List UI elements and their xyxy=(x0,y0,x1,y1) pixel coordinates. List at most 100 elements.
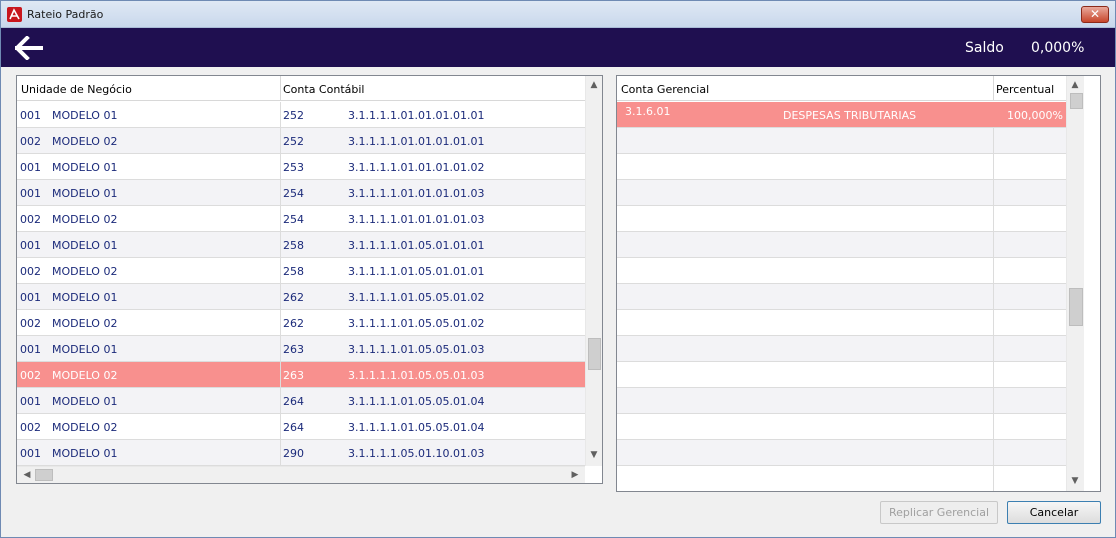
scroll-thumb-top[interactable] xyxy=(1070,93,1083,109)
row-account-code: 290 xyxy=(283,447,304,460)
empty-row xyxy=(617,232,1066,258)
row-unit-code: 001 xyxy=(20,187,41,200)
accounts-horizontal-scrollbar[interactable]: ◀ ▶ xyxy=(17,466,585,483)
empty-row xyxy=(617,336,1066,362)
row-gerencial-name: DESPESAS TRIBUTARIAS xyxy=(783,109,917,122)
column-header-conta-gerencial[interactable]: Conta Gerencial xyxy=(621,83,709,96)
scroll-down-arrow-icon[interactable]: ▼ xyxy=(586,450,602,460)
empty-row xyxy=(617,388,1066,414)
table-row[interactable]: 001 MODELO 01 263 3.1.1.1.1.01.05.05.01.03 xyxy=(17,336,585,362)
empty-row xyxy=(617,362,1066,388)
row-account-number: 3.1.1.1.1.01.01.01.01.01 xyxy=(348,135,485,148)
row-account-code: 264 xyxy=(283,421,304,434)
window-title: Rateio Padrão xyxy=(27,8,104,21)
row-unit-name: MODELO 02 xyxy=(52,135,118,148)
table-row[interactable]: 002 MODELO 02 263 3.1.1.1.1.01.05.05.01.03 xyxy=(17,362,585,388)
scroll-left-arrow-icon[interactable]: ◀ xyxy=(19,470,35,480)
row-account-code: 258 xyxy=(283,265,304,278)
scroll-right-arrow-icon[interactable]: ▶ xyxy=(567,470,583,480)
table-row[interactable]: 002 MODELO 02 264 3.1.1.1.1.01.05.05.01.04 xyxy=(17,414,585,440)
scroll-up-arrow-icon[interactable]: ▲ xyxy=(586,80,602,90)
row-unit-code: 002 xyxy=(20,135,41,148)
table-row[interactable]: 002 MODELO 02 258 3.1.1.1.1.01.05.01.01.01 xyxy=(17,258,585,284)
row-account-code: 252 xyxy=(283,135,304,148)
row-unit-name: MODELO 01 xyxy=(52,239,118,252)
row-unit-name: MODELO 01 xyxy=(52,447,118,460)
row-account-number: 3.1.1.1.1.01.01.01.01.03 xyxy=(348,187,485,200)
table-row[interactable]: 002 MODELO 02 262 3.1.1.1.1.01.05.05.01.02 xyxy=(17,310,585,336)
row-unit-name: MODELO 02 xyxy=(52,213,118,226)
table-row[interactable]: 3.1.6.01 DESPESAS TRIBUTARIAS 100,000% xyxy=(617,102,1066,128)
saldo-label: Saldo xyxy=(965,40,1004,56)
row-unit-code: 002 xyxy=(20,317,41,330)
row-unit-code: 001 xyxy=(20,395,41,408)
table-row[interactable]: 001 MODELO 01 254 3.1.1.1.1.01.01.01.01.03 xyxy=(17,180,585,206)
close-window-button[interactable]: ✕ xyxy=(1081,6,1109,23)
row-account-code: 264 xyxy=(283,395,304,408)
empty-row xyxy=(617,128,1066,154)
gerencial-grid[interactable]: Conta Gerencial Percentual 3.1.6.01 DESPE… xyxy=(616,75,1101,492)
app-logo-icon xyxy=(7,7,22,22)
row-unit-name: MODELO 01 xyxy=(52,187,118,200)
row-account-code: 263 xyxy=(283,369,304,382)
accounts-grid-header: Unidade de Negócio Conta Contábil xyxy=(17,76,585,101)
table-row[interactable]: 001 MODELO 01 252 3.1.1.1.1.01.01.01.01.01 xyxy=(17,102,585,128)
row-account-number: 3.1.1.1.1.01.01.01.01.01 xyxy=(348,109,485,122)
empty-row xyxy=(617,440,1066,466)
row-account-code: 262 xyxy=(283,317,304,330)
table-row[interactable]: 001 MODELO 01 264 3.1.1.1.1.01.05.05.01.04 xyxy=(17,388,585,414)
row-account-number: 3.1.1.1.1.01.01.01.01.02 xyxy=(348,161,485,174)
table-row[interactable]: 001 MODELO 01 262 3.1.1.1.1.01.05.05.01.02 xyxy=(17,284,585,310)
saldo-value: 0,000% xyxy=(1031,40,1085,56)
replicar-gerencial-button[interactable]: Replicar Gerencial xyxy=(880,501,998,524)
row-gerencial-code: 3.1.6.01 xyxy=(625,105,671,118)
row-unit-name: MODELO 02 xyxy=(52,421,118,434)
column-header-unidade[interactable]: Unidade de Negócio xyxy=(21,83,132,96)
cancelar-button[interactable]: Cancelar xyxy=(1007,501,1101,524)
scroll-thumb[interactable] xyxy=(588,338,601,370)
row-account-code: 253 xyxy=(283,161,304,174)
row-unit-name: MODELO 02 xyxy=(52,265,118,278)
row-unit-name: MODELO 01 xyxy=(52,343,118,356)
empty-row xyxy=(617,414,1066,440)
scroll-up-arrow-icon[interactable]: ▲ xyxy=(1067,80,1083,90)
rateio-window: Rateio Padrão ✕ Saldo 0,000% Unidade de … xyxy=(0,0,1116,538)
accounts-grid[interactable]: Unidade de Negócio Conta Contábil 001 MOD… xyxy=(16,75,603,484)
row-unit-code: 001 xyxy=(20,447,41,460)
row-account-code: 258 xyxy=(283,239,304,252)
header-bar: Saldo 0,000% xyxy=(1,28,1115,67)
gerencial-grid-header: Conta Gerencial Percentual xyxy=(617,76,1066,101)
row-unit-code: 001 xyxy=(20,161,41,174)
row-unit-code: 002 xyxy=(20,421,41,434)
title-bar: Rateio Padrão ✕ xyxy=(1,1,1115,28)
scroll-thumb[interactable] xyxy=(1069,288,1083,326)
h-scroll-thumb[interactable] xyxy=(35,469,53,481)
row-unit-code: 001 xyxy=(20,109,41,122)
table-row[interactable]: 002 MODELO 02 254 3.1.1.1.1.01.01.01.01.03 xyxy=(17,206,585,232)
scroll-down-arrow-icon[interactable]: ▼ xyxy=(1067,476,1083,486)
row-unit-name: MODELO 01 xyxy=(52,109,118,122)
row-unit-name: MODELO 02 xyxy=(52,317,118,330)
empty-row xyxy=(617,466,1066,491)
row-account-code: 263 xyxy=(283,343,304,356)
column-header-conta-contabil[interactable]: Conta Contábil xyxy=(283,83,364,96)
row-account-number: 3.1.1.1.1.01.05.05.01.02 xyxy=(348,317,485,330)
row-unit-name: MODELO 02 xyxy=(52,369,118,382)
back-arrow-icon[interactable] xyxy=(15,36,43,60)
table-row[interactable]: 001 MODELO 01 258 3.1.1.1.1.01.05.01.01.01 xyxy=(17,232,585,258)
gerencial-vertical-scrollbar[interactable]: ▲ ▼ xyxy=(1066,76,1084,491)
empty-row xyxy=(617,206,1066,232)
row-unit-name: MODELO 01 xyxy=(52,161,118,174)
row-account-number: 3.1.1.1.1.01.05.05.01.03 xyxy=(348,343,485,356)
accounts-vertical-scrollbar[interactable]: ▲ ▼ xyxy=(585,76,602,466)
row-account-code: 254 xyxy=(283,187,304,200)
row-account-number: 3.1.1.1.1.01.05.05.01.04 xyxy=(348,395,485,408)
row-account-number: 3.1.1.1.1.01.05.05.01.02 xyxy=(348,291,485,304)
empty-row xyxy=(617,154,1066,180)
row-account-code: 254 xyxy=(283,213,304,226)
table-row[interactable]: 001 MODELO 01 290 3.1.1.1.1.05.01.10.01.03 xyxy=(17,440,585,466)
column-header-percentual[interactable]: Percentual xyxy=(996,83,1054,96)
row-unit-code: 001 xyxy=(20,291,41,304)
table-row[interactable]: 002 MODELO 02 252 3.1.1.1.1.01.01.01.01.01 xyxy=(17,128,585,154)
table-row[interactable]: 001 MODELO 01 253 3.1.1.1.1.01.01.01.01.02 xyxy=(17,154,585,180)
